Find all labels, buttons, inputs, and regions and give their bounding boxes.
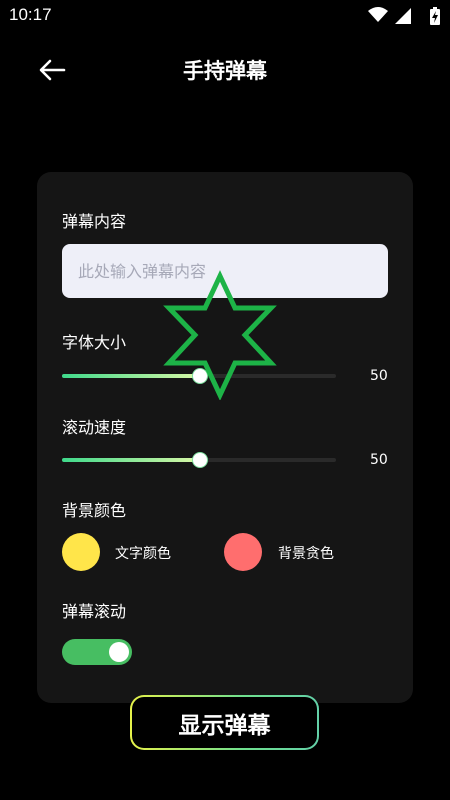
wifi-icon	[368, 7, 388, 22]
scroll-speed-slider[interactable]	[62, 452, 336, 468]
font-size-value: 50	[370, 368, 388, 384]
text-color-swatch[interactable]	[62, 533, 100, 571]
signal-icon	[395, 8, 411, 24]
scroll-speed-value: 50	[370, 452, 388, 468]
battery-charging-icon	[430, 7, 440, 25]
status-time: 10:17	[9, 5, 52, 24]
scroll-toggle[interactable]	[62, 639, 132, 665]
background-color-label: 背景颜色	[62, 501, 127, 520]
scroll-toggle-label: 弹幕滚动	[62, 602, 127, 621]
content-label: 弹幕内容	[62, 212, 127, 231]
slider-fill	[62, 458, 199, 462]
page-title: 手持弹幕	[183, 59, 267, 83]
text-color-label: 文字颜色	[115, 546, 171, 562]
content-input[interactable]	[62, 244, 388, 298]
slider-thumb[interactable]	[192, 368, 208, 384]
display-danmu-button[interactable]: 显示弹幕	[130, 695, 319, 750]
toggle-knob	[109, 642, 129, 662]
bg-color-swatch[interactable]	[224, 533, 262, 571]
settings-card: 弹幕内容 字体大小 50 滚动速度 50 背景颜色 文字颜色 背景贪色 弹幕滚动	[37, 172, 413, 703]
slider-thumb[interactable]	[192, 452, 208, 468]
bg-color-label: 背景贪色	[278, 546, 334, 562]
font-size-slider[interactable]	[62, 368, 336, 384]
slider-fill	[62, 374, 199, 378]
status-bar: 10:17	[0, 0, 450, 32]
scroll-speed-label: 滚动速度	[62, 418, 127, 437]
font-size-label: 字体大小	[62, 333, 127, 352]
